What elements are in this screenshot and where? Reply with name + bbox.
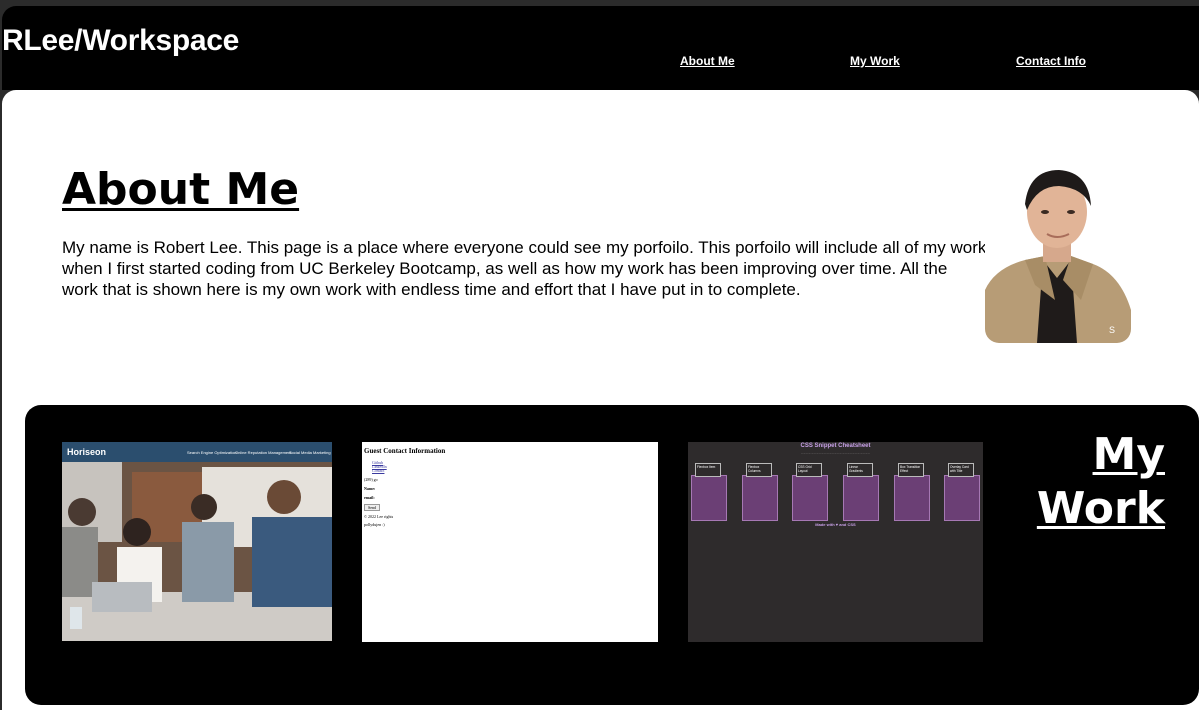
- cheatsheet-card-label: Flexbox Item: [695, 463, 721, 477]
- svg-text:S: S: [1109, 325, 1115, 335]
- guest-line-phone: (289) go: [364, 477, 378, 482]
- site-brand[interactable]: RLee/Workspace: [2, 24, 239, 58]
- horiseon-nav-reputation: Online Reputation Management: [235, 450, 292, 455]
- nav-contact-info[interactable]: Contact Info: [1016, 54, 1086, 68]
- profile-photo: S: [985, 160, 1131, 343]
- horiseon-nav-social: Social Media Marketing: [289, 450, 331, 455]
- cheatsheet-card: [691, 475, 727, 521]
- guest-link-contact: Contact: [372, 468, 385, 473]
- guest-heading: Guest Contact Information: [364, 447, 446, 455]
- cheatsheet-card-label: Overlay Card with Title: [948, 463, 974, 477]
- office-meeting-image: [62, 462, 332, 641]
- cheatsheet-card: [742, 475, 778, 521]
- work-title: My Work: [1036, 429, 1165, 534]
- cheatsheet-card-label: CSS Grid Layout: [796, 463, 822, 477]
- cheatsheet-subtitle: ........................................…: [800, 452, 871, 455]
- project-thumbnail-horiseon[interactable]: Horiseon Search Engine Optimization Onli…: [62, 442, 332, 641]
- guest-line-copyright: © 2022 Lee rights: [364, 514, 394, 519]
- about-description: My name is Robert Lee. This page is a pl…: [62, 238, 987, 299]
- nav-my-work[interactable]: My Work: [850, 54, 900, 68]
- cheatsheet-card-label: Box Transition Effect: [898, 463, 924, 477]
- cheatsheet-card: [843, 475, 879, 521]
- guest-line-name: Name:: [364, 486, 376, 491]
- cheatsheet-card-label: Linear Gradients: [847, 463, 873, 477]
- project-thumbnail-guest-contact[interactable]: Guest Contact Information Github LinkedI…: [362, 442, 658, 642]
- guest-send-button: Send: [364, 504, 380, 511]
- cheatsheet-card: [944, 475, 980, 521]
- cheatsheet-title: CSS Snippet Cheatsheet: [800, 443, 871, 449]
- cheatsheet-card-label: Flexbox Columns: [746, 463, 772, 477]
- about-title: About Me: [62, 164, 300, 215]
- cheatsheet-card: [792, 475, 828, 521]
- cheatsheet-footer: Made with ♥ and CSS: [815, 522, 856, 527]
- nav-about-me[interactable]: About Me: [680, 54, 735, 68]
- horiseon-logo: Horiseon: [67, 447, 107, 457]
- guest-line-email: email:: [364, 495, 375, 500]
- horiseon-nav-seo: Search Engine Optimization: [187, 450, 237, 455]
- cheatsheet-card: [894, 475, 930, 521]
- project-thumbnail-css-cheatsheet[interactable]: CSS Snippet Cheatsheet .................…: [688, 442, 983, 642]
- guest-line-footer: pollydujen :): [364, 522, 385, 527]
